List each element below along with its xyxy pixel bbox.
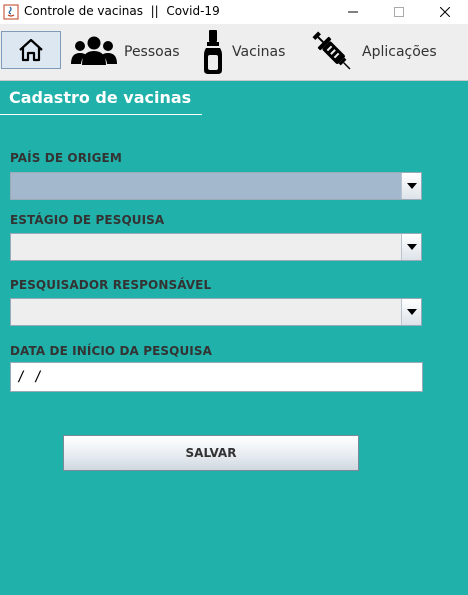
chevron-down-icon <box>406 244 417 250</box>
window-title: Controle de vacinas || Covid-19 <box>24 4 220 18</box>
maximize-icon <box>394 7 404 17</box>
researcher-select[interactable] <box>10 298 422 326</box>
nav-item-pessoas[interactable]: Pessoas <box>70 28 180 76</box>
title-underline <box>0 114 202 115</box>
page-title: Cadastro de vacinas <box>9 88 192 107</box>
nav-label-pessoas: Pessoas <box>124 44 180 60</box>
people-icon <box>71 36 117 65</box>
java-app-icon <box>3 4 19 20</box>
research-stage-select-arrow[interactable] <box>401 234 421 260</box>
country-select-arrow[interactable] <box>401 173 421 199</box>
research-stage-select[interactable] <box>10 233 422 261</box>
nav-item-aplicacoes[interactable]: Aplicações <box>310 28 437 76</box>
country-select[interactable] <box>10 172 422 200</box>
chevron-down-icon <box>406 183 417 189</box>
save-button[interactable]: SALVAR <box>63 435 359 471</box>
nav-label-aplicacoes: Aplicações <box>362 44 437 60</box>
chevron-down-icon <box>406 309 417 315</box>
syringe-icon <box>312 31 351 70</box>
window-title-bar: Controle de vacinas || Covid-19 <box>0 0 468 24</box>
close-icon <box>440 7 450 17</box>
home-button[interactable] <box>1 31 61 69</box>
nav-item-vacinas[interactable]: Vacinas <box>200 28 285 76</box>
researcher-label: PESQUISADOR RESPONSÁVEL <box>10 278 212 292</box>
minimize-button[interactable] <box>330 0 376 24</box>
start-date-label: DATA DE INÍCIO DA PESQUISA <box>10 344 212 358</box>
start-date-field[interactable]: / / <box>10 362 423 392</box>
nav-label-vacinas: Vacinas <box>232 44 286 60</box>
maximize-button[interactable] <box>376 0 422 24</box>
vaccine-vial-icon <box>204 30 222 74</box>
home-icon <box>19 38 43 62</box>
minimize-icon <box>348 11 358 13</box>
country-label: PAÍS DE ORIGEM <box>10 151 122 165</box>
researcher-select-arrow[interactable] <box>401 299 421 325</box>
close-button[interactable] <box>422 0 468 24</box>
research-stage-label: ESTÁGIO DE PESQUISA <box>10 213 165 227</box>
navigation-bar: Pessoas Vacinas Aplicações <box>0 24 468 81</box>
